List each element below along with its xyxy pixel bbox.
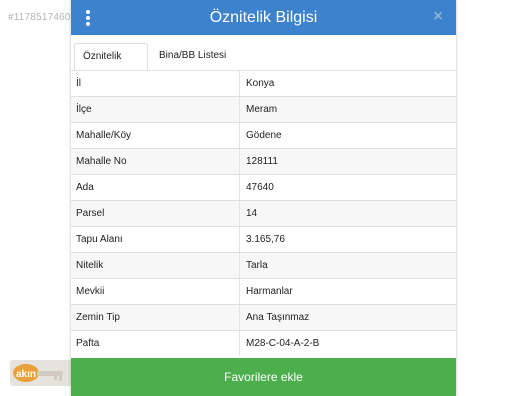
table-row: Ada 47640 [71,174,456,200]
tab-attribute-info[interactable]: Öznitelik Bilgisi [74,43,148,88]
table-row: Mevkii Harmanlar [71,278,456,304]
attribute-label: Pafta [71,331,240,356]
table-row: İl Konya [71,70,456,96]
attribute-label: Tapu Alanı [71,227,240,252]
attribute-value: Tarla [246,260,268,271]
attribute-label: İlçe [71,97,240,122]
listing-id-watermark: #1178517460 [8,12,71,23]
menu-dot [86,10,90,14]
attribute-value: M28-C-04-A-2-B [246,338,320,349]
attribute-value: Harmanlar [246,286,293,297]
attribute-value: 128111 [246,156,278,167]
table-row: Mahalle/Köy Gödene [71,122,456,148]
dialog-title: Öznitelik Bilgisi [209,9,318,26]
close-icon[interactable]: × [430,8,446,26]
attribute-label: Mahalle No [71,149,240,174]
attribute-label: Zemin Tip [71,305,240,330]
add-to-favorites-button[interactable]: Favorilere ekle [71,358,456,396]
table-row: Nitelik Tarla [71,252,456,278]
attribute-value: 47640 [246,182,274,193]
attribute-value: Gödene [246,130,282,141]
table-row: İlçe Meram [71,96,456,122]
attribute-info-dialog: Öznitelik Bilgisi × Öznitelik Bilgisi Bi… [71,0,456,396]
menu-dot [86,22,90,26]
attribute-label: Mahalle/Köy [71,123,240,148]
attribute-value: Konya [246,78,275,89]
key-logo-icon: akın [13,364,63,382]
attribute-value: Ana Taşınmaz [246,312,310,323]
kebab-menu-icon[interactable] [81,7,95,29]
attribute-table: İl Konya İlçe Meram Mahalle/Köy Gödene M… [71,70,456,356]
table-row: Pafta M28-C-04-A-2-B [71,330,456,356]
attribute-label: İl [71,71,240,96]
table-row: Tapu Alanı 3.165,76 [71,226,456,252]
table-row: Parsel 14 [71,200,456,226]
dialog-header: Öznitelik Bilgisi × [71,0,456,35]
akin-logo-watermark: akın [10,360,72,386]
svg-text:akın: akın [16,369,36,380]
attribute-label: Mevkii [71,279,240,304]
table-row: Zemin Tip Ana Taşınmaz [71,304,456,330]
attribute-label: Nitelik [71,253,240,278]
attribute-label: Ada [71,175,240,200]
attribute-label: Parsel [71,201,240,226]
attribute-value: Meram [246,104,278,115]
attribute-value: 3.165,76 [246,234,285,245]
attribute-value: 14 [246,208,258,219]
table-row: Mahalle No 128111 [71,148,456,174]
tab-bar: Öznitelik Bilgisi Bina/BB Listesi [71,35,456,88]
menu-dot [86,16,90,20]
tab-building-list[interactable]: Bina/BB Listesi [151,43,234,71]
